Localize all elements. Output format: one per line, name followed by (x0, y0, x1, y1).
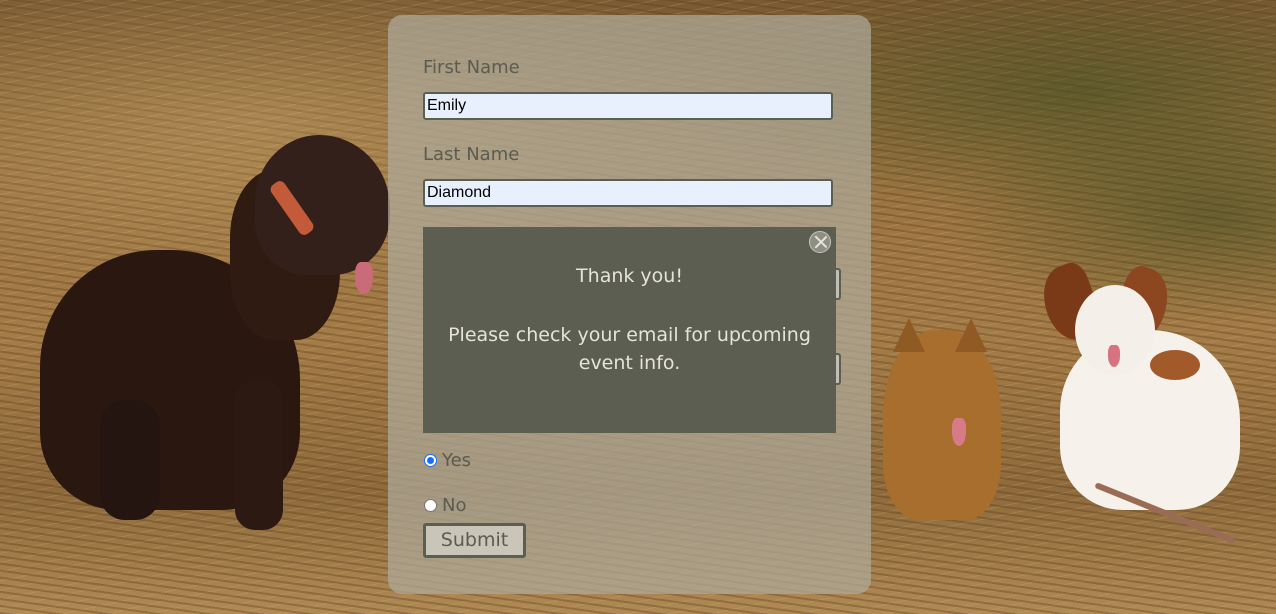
radio-option-no[interactable]: No (424, 495, 466, 516)
submit-button[interactable]: Submit (423, 523, 526, 558)
radio-yes[interactable] (424, 454, 437, 467)
radio-no-label: No (442, 495, 467, 516)
last-name-input[interactable] (423, 179, 833, 207)
first-name-label: First Name (423, 57, 520, 78)
radio-option-yes[interactable]: Yes (424, 450, 471, 471)
modal-message: Please check your email for upcoming eve… (448, 324, 811, 374)
thank-you-modal: Thank you! Please check your email for u… (423, 227, 836, 433)
radio-yes-label: Yes (442, 450, 472, 471)
first-name-input[interactable] (423, 92, 833, 120)
last-name-label: Last Name (423, 144, 520, 165)
radio-no[interactable] (424, 499, 437, 512)
close-icon[interactable] (809, 231, 831, 253)
modal-title: Thank you! (576, 265, 683, 287)
